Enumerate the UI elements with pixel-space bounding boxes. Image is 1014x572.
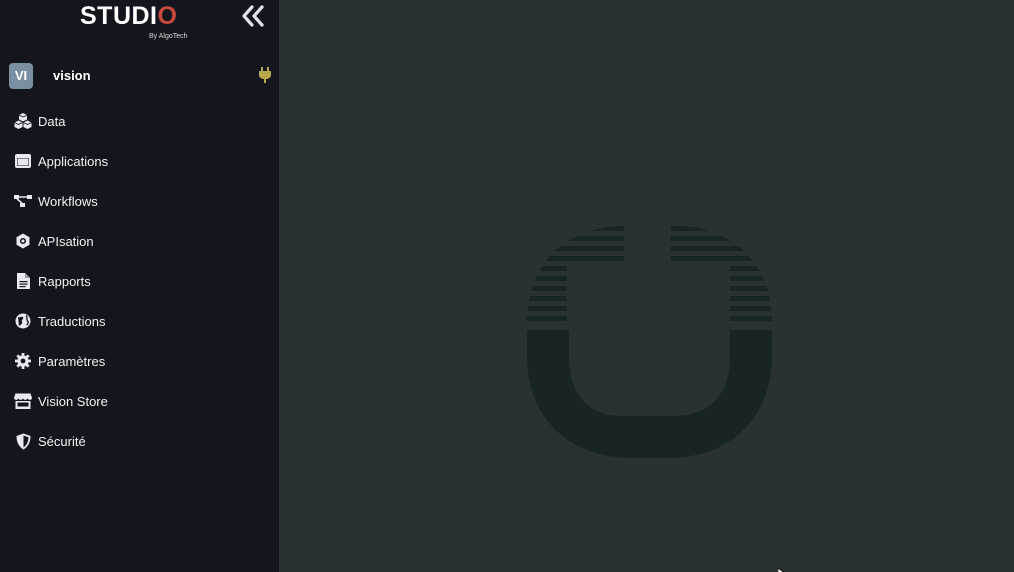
window-icon: [14, 152, 32, 170]
sidebar-item-label: APIsation: [38, 233, 94, 249]
sidebar-item-securite[interactable]: Sécurité: [0, 421, 279, 461]
sidebar-item-label: Paramètres: [38, 353, 106, 369]
sidebar-item-apisation[interactable]: APIsation: [0, 221, 279, 261]
sidebar-nav: Data Applications Workflows APIsation Ra…: [0, 101, 279, 461]
sidebar-item-vision-store[interactable]: Vision Store: [0, 381, 279, 421]
sidebar-item-label: Data: [38, 113, 66, 129]
store-icon: [14, 392, 32, 410]
sidebar-item-rapports[interactable]: Rapports: [0, 261, 279, 301]
gear-icon: [14, 352, 32, 370]
sidebar: STUDIO By AlgoTech VI vision Data Applic…: [0, 0, 279, 572]
sidebar-item-workflows[interactable]: Workflows: [0, 181, 279, 221]
studio-logo[interactable]: STUDIO By AlgoTech: [80, 2, 200, 44]
document-icon: [14, 272, 32, 290]
workflow-icon: [14, 192, 32, 210]
shield-icon: [14, 432, 32, 450]
sidebar-item-label: Traductions: [38, 313, 106, 329]
project-selector[interactable]: VI vision: [9, 63, 273, 89]
collapse-sidebar-button[interactable]: [240, 4, 266, 28]
plug-icon[interactable]: [258, 67, 272, 83]
project-avatar: VI: [9, 63, 33, 89]
sidebar-item-label: Vision Store: [38, 393, 108, 409]
sidebar-item-traductions[interactable]: Traductions: [0, 301, 279, 341]
cubes-icon: [14, 112, 32, 130]
mouse-cursor-icon: [777, 565, 788, 572]
project-name: vision: [53, 68, 91, 83]
app-window: STUDIO By AlgoTech VI vision Data Applic…: [0, 0, 1014, 572]
double-chevron-left-icon: [242, 5, 264, 27]
sidebar-item-label: Sécurité: [38, 433, 86, 449]
logo-text-accent: O: [157, 2, 178, 30]
logo-subtitle: By AlgoTech: [149, 33, 188, 40]
logo-text: STUDIO: [80, 2, 177, 30]
studio-logo-watermark-icon: [527, 226, 772, 458]
sidebar-item-parametres[interactable]: Paramètres: [0, 341, 279, 381]
sidebar-item-label: Workflows: [38, 193, 98, 209]
globe-icon: [14, 312, 32, 330]
sidebar-item-label: Rapports: [38, 273, 91, 289]
main-content: [279, 0, 1014, 572]
api-gear-icon: [14, 232, 32, 250]
logo-text-main: STUDI: [80, 2, 158, 30]
sidebar-item-label: Applications: [38, 153, 109, 169]
sidebar-item-data[interactable]: Data: [0, 101, 279, 141]
sidebar-item-applications[interactable]: Applications: [0, 141, 279, 181]
